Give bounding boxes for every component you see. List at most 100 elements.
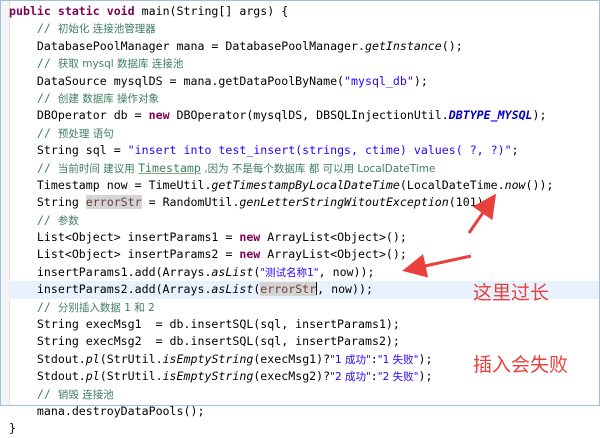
code-line[interactable]: // 创建 数据库 操作对象: [9, 90, 599, 107]
code-line[interactable]: Timestamp now = TimeUtil.getTimestampByL…: [9, 177, 599, 194]
code-token: 获取 mysql 数据库 连接池: [57, 58, 184, 71]
code-token: 创建 数据库 操作对象: [57, 92, 160, 105]
code-token: , now));: [317, 282, 373, 297]
code-token: public static void: [9, 4, 142, 18]
code-line[interactable]: // 参数: [9, 212, 599, 229]
code-token: DBOperator(mysqlDS, DBSQLInjectionUtil.: [176, 108, 449, 123]
code-token: ArrayList<Object>();: [267, 247, 407, 262]
code-token: String execMsg2 = db.insertSQL(sql, inse…: [9, 334, 400, 349]
code-token: //: [36, 299, 58, 314]
code-token: DBTYPE_MYSQL: [448, 108, 533, 123]
code-token: String sql =: [9, 143, 128, 158]
annotation-line-1: 这里过长: [473, 282, 550, 304]
code-token: "2 失败": [377, 371, 419, 384]
code-line[interactable]: // 当前时间 建议用 Timestamp ,因为 不是每个数据库 都 可以用 …: [9, 160, 599, 177]
highlighted-variable: errorStr: [260, 282, 317, 297]
code-token: asList: [211, 264, 254, 279]
code-token: //: [36, 386, 58, 401]
code-token: 初始化 连接池管理器: [57, 23, 156, 36]
code-token: List<Object> insertParams1 =: [9, 230, 240, 245]
code-token: (StrUtil.: [99, 351, 163, 366]
code-token: getInstance: [364, 38, 442, 53]
code-token: //: [36, 125, 58, 140]
code-token: );: [418, 351, 433, 366]
code-token: mana.destroyDataPools();: [9, 403, 205, 418]
code-line[interactable]: // 获取 mysql 数据库 连接池: [9, 55, 599, 72]
code-line[interactable]: // 初始化 连接池管理器: [9, 20, 599, 37]
code-line[interactable]: public static void main(String[] args) {: [9, 3, 599, 20]
code-token: DBOperator db =: [9, 108, 149, 123]
code-line[interactable]: String sql = "insert into test_insert(st…: [9, 142, 599, 159]
code-token: pl: [85, 369, 100, 384]
code-token: String execMsg1 = db.insertSQL(sql, inse…: [9, 317, 400, 332]
code-token: new: [239, 247, 268, 262]
code-token: (LocalDateTime.: [399, 177, 505, 192]
code-token: insertParams1.add(Arrays.: [9, 264, 212, 279]
code-token: Timestamp now = TimeUtil.: [9, 177, 212, 192]
code-token: isEmptyString: [162, 369, 254, 384]
code-line[interactable]: DataSource mysqlDS = mana.getDataPoolByN…: [9, 73, 599, 90]
code-token: "insert into test_insert(strings, ctime)…: [127, 143, 512, 158]
code-token: //: [36, 212, 58, 227]
code-editor[interactable]: public static void main(String[] args) {…: [0, 0, 600, 435]
code-line[interactable]: DatabasePoolManager mana = DatabasePoolM…: [9, 38, 599, 55]
code-token: ,因为 不是每个数据库 都 可以用 LocalDateTime: [200, 162, 436, 175]
code-token: "测试名称1": [260, 266, 319, 279]
code-token: //: [36, 56, 58, 71]
annotation-line-2: 插入会失败: [473, 354, 569, 376]
code-token: "mysql_db": [344, 73, 414, 88]
code-token: ArrayList<Object>();: [267, 230, 407, 245]
code-token: );: [418, 369, 433, 384]
code-token: (StrUtil.: [99, 369, 163, 384]
code-token: 预处理 语句: [57, 127, 114, 140]
code-token: :: [370, 351, 378, 366]
code-token: new: [148, 108, 177, 123]
code-token: //: [36, 160, 58, 175]
code-token: ;: [511, 143, 519, 158]
code-token: String: [9, 195, 86, 210]
code-token: new: [239, 230, 268, 245]
code-token: asList: [211, 282, 254, 297]
code-token: insertParams2.add(Arrays.: [9, 282, 212, 297]
code-token: 参数: [57, 214, 79, 227]
code-token: isEmptyString: [162, 351, 254, 366]
code-token: (101);: [448, 195, 491, 210]
code-token: );: [532, 108, 547, 123]
code-token: Stdout.: [9, 369, 86, 384]
code-token: List<Object> insertParams2 =: [9, 247, 240, 262]
highlighted-variable: errorStr: [85, 195, 142, 210]
code-token: DatabasePoolManager mana = DatabasePoolM…: [9, 38, 365, 53]
code-token: ();: [441, 38, 463, 53]
code-token: "2 成功": [330, 371, 371, 384]
code-token: "1 成功": [330, 353, 371, 366]
code-token: //: [36, 21, 58, 36]
code-token: DataSource mysqlDS = mana.getDataPoolByN…: [9, 73, 345, 88]
code-token: :: [370, 369, 378, 384]
code-token: = RandomUtil.: [141, 195, 240, 210]
code-line[interactable]: // 预处理 语句: [9, 125, 599, 142]
code-token: (execMsg2)?: [253, 369, 331, 384]
code-token: Stdout.: [9, 351, 86, 366]
code-token: , now));: [318, 264, 375, 279]
code-token: "1 失败": [377, 353, 419, 366]
code-token: genLetterStringWitoutException: [239, 195, 449, 210]
code-token: Timestamp: [138, 160, 201, 175]
code-token: 当前时间 建议用: [57, 162, 139, 175]
code-token: getTimestampByLocalDateTime: [211, 177, 400, 192]
code-token: 销毁 连接池: [57, 388, 114, 401]
code-token: now: [504, 177, 526, 192]
code-line[interactable]: String errorStr = RandomUtil.genLetterSt…: [9, 194, 599, 211]
code-token: 分别插入数据 1 和 2: [57, 301, 155, 314]
code-line[interactable]: DBOperator db = new DBOperator(mysqlDS, …: [9, 107, 599, 124]
code-token: main(String[] args) {: [141, 4, 289, 18]
code-token: //: [36, 90, 58, 105]
code-token: pl: [85, 351, 100, 366]
